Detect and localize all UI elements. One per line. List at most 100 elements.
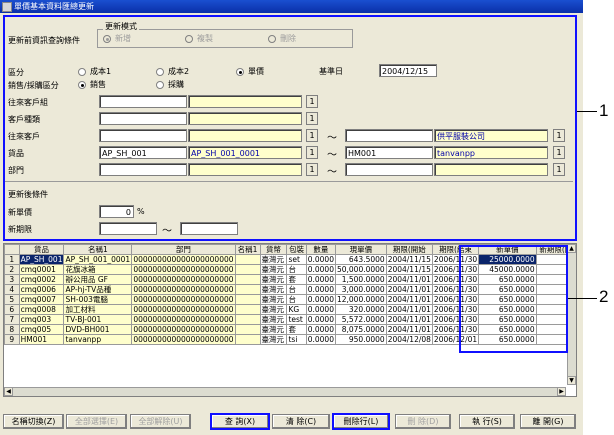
cell-currency[interactable]: 臺灣元 [259, 334, 288, 345]
row-number[interactable]: 8 [4, 324, 20, 335]
cell-current-price[interactable]: 50,000.0000 [334, 264, 387, 275]
scroll-right-arrow-icon[interactable]: ▶ [557, 387, 566, 396]
scroll-left-arrow-icon[interactable]: ◀ [4, 387, 13, 396]
cell-dept-name[interactable] [234, 304, 261, 315]
header-department[interactable]: 部門 [131, 244, 236, 255]
delete-button[interactable]: 刪 除(D) [395, 414, 451, 429]
cell-current-price[interactable]: 3,000.0000 [334, 284, 387, 295]
cell-current-price[interactable]: 8,075.0000 [334, 324, 387, 335]
cell-currency[interactable]: 臺灣元 [259, 294, 288, 305]
cell-dept-name[interactable] [234, 334, 261, 345]
cell-department[interactable]: 000000000000000000000 [131, 294, 236, 305]
close-button[interactable]: 離 開(G) [520, 414, 576, 429]
cell-start[interactable]: 2004/11/15 [385, 254, 433, 265]
cell-quantity[interactable]: 0.0000 [305, 324, 336, 335]
cell-start[interactable]: 2004/11/01 [385, 294, 433, 305]
cell-currency[interactable]: 臺灣元 [259, 284, 288, 295]
cell-department[interactable]: 000000000000000000000 [131, 324, 236, 335]
cell-dept-name[interactable] [234, 324, 261, 335]
row-number[interactable]: 2 [4, 264, 20, 275]
cell-item[interactable]: cmq003 [18, 314, 65, 325]
cell-currency[interactable]: 臺灣元 [259, 314, 288, 325]
cell-current-price[interactable]: 320.0000 [334, 304, 387, 315]
cell-currency[interactable]: 臺灣元 [259, 274, 288, 285]
cell-dept-name[interactable] [234, 294, 261, 305]
cell-item[interactable]: cmq0002 [18, 274, 65, 285]
cell-department[interactable]: 000000000000000000000 [131, 254, 236, 265]
cell-pack[interactable]: set [286, 254, 307, 265]
grid-vertical-scrollbar[interactable] [567, 244, 576, 385]
cell-quantity[interactable]: 0.0000 [305, 334, 336, 345]
cell-quantity[interactable]: 0.0000 [305, 284, 336, 295]
cell-start[interactable]: 2004/11/01 [385, 314, 433, 325]
cell-name[interactable]: 花旗冰箱 [63, 264, 133, 275]
cell-item[interactable]: cmq0006 [18, 284, 65, 295]
cell-name[interactable]: 加工材料 [63, 304, 133, 315]
header-corner[interactable] [4, 244, 20, 255]
cell-pack[interactable]: test [286, 314, 307, 325]
cell-pack[interactable]: tsi [286, 334, 307, 345]
cell-dept-name[interactable] [234, 284, 261, 295]
cell-start[interactable]: 2004/11/01 [385, 284, 433, 295]
cell-current-price[interactable]: 643.5000 [334, 254, 387, 265]
cell-name[interactable]: DVD-BH001 [63, 324, 133, 335]
cell-item[interactable]: cmq0001 [18, 264, 65, 275]
cell-name[interactable]: TV-BJ-001 [63, 314, 133, 325]
cell-currency[interactable]: 臺灣元 [259, 324, 288, 335]
cell-quantity[interactable]: 0.0000 [305, 294, 336, 305]
cell-pack[interactable]: 台 [286, 294, 307, 305]
cell-department[interactable]: 000000000000000000000 [131, 334, 236, 345]
cell-quantity[interactable]: 0.0000 [305, 254, 336, 265]
cell-start[interactable]: 2004/11/01 [385, 324, 433, 335]
cell-dept-name[interactable] [234, 254, 261, 265]
execute-button[interactable]: 執 行(S) [459, 414, 515, 429]
cell-department[interactable]: 000000000000000000000 [131, 264, 236, 275]
cell-currency[interactable]: 臺灣元 [259, 304, 288, 315]
header-current-price[interactable]: 現單價 [334, 244, 387, 255]
cell-pack[interactable]: 台 [286, 284, 307, 295]
row-number[interactable]: 6 [4, 304, 20, 315]
cell-name[interactable]: AP-hj-TV品種 [63, 284, 133, 295]
cell-current-price[interactable]: 950.0000 [334, 334, 387, 345]
cell-quantity[interactable]: 0.0000 [305, 314, 336, 325]
row-number[interactable]: 9 [4, 334, 20, 345]
header-name[interactable]: 名稱1 [63, 244, 133, 255]
cell-department[interactable]: 000000000000000000000 [131, 314, 236, 325]
header-pack[interactable]: 包裝 [286, 244, 307, 255]
cell-current-price[interactable]: 12,000.0000 [334, 294, 387, 305]
cell-pack[interactable]: KG [286, 304, 307, 315]
cell-quantity[interactable]: 0.0000 [305, 304, 336, 315]
scroll-up-arrow-icon[interactable]: ▲ [567, 244, 576, 253]
cell-pack[interactable]: 套 [286, 324, 307, 335]
header-dept-name[interactable]: 名稱1 [234, 244, 261, 255]
cell-quantity[interactable]: 0.0000 [305, 264, 336, 275]
cell-currency[interactable]: 臺灣元 [259, 264, 288, 275]
cell-item[interactable]: cmq0008 [18, 304, 65, 315]
scroll-down-arrow-icon[interactable]: ▼ [567, 376, 576, 385]
row-number[interactable]: 7 [4, 314, 20, 325]
header-item[interactable]: 貨品 [18, 244, 65, 255]
row-number[interactable]: 5 [4, 294, 20, 305]
cell-name[interactable]: 辦公用品 GF [63, 274, 133, 285]
row-number[interactable]: 3 [4, 274, 20, 285]
cell-item[interactable]: cmq005 [18, 324, 65, 335]
row-number[interactable]: 1 [4, 254, 20, 265]
cell-name[interactable]: SH-003電腦 [63, 294, 133, 305]
cell-start[interactable]: 2004/11/15 [385, 264, 433, 275]
cell-dept-name[interactable] [234, 314, 261, 325]
select-all-button[interactable]: 全部選擇(E) [66, 414, 127, 429]
cell-item[interactable]: AP_SH_001 [18, 254, 65, 265]
clear-button[interactable]: 清 除(C) [272, 414, 330, 429]
row-number[interactable]: 4 [4, 284, 20, 295]
header-start[interactable]: 期限(開始 [385, 244, 433, 255]
header-currency[interactable]: 貨幣 [259, 244, 288, 255]
cell-item[interactable]: HM001 [18, 334, 65, 345]
cell-department[interactable]: 000000000000000000000 [131, 304, 236, 315]
cell-name[interactable]: AP_SH_001_0001 [63, 254, 133, 265]
cell-start[interactable]: 2004/11/01 [385, 274, 433, 285]
cell-item[interactable]: cmq0007 [18, 294, 65, 305]
cell-department[interactable]: 000000000000000000000 [131, 284, 236, 295]
cell-pack[interactable]: 台 [286, 264, 307, 275]
cell-start[interactable]: 2004/11/01 [385, 304, 433, 315]
cell-dept-name[interactable] [234, 274, 261, 285]
